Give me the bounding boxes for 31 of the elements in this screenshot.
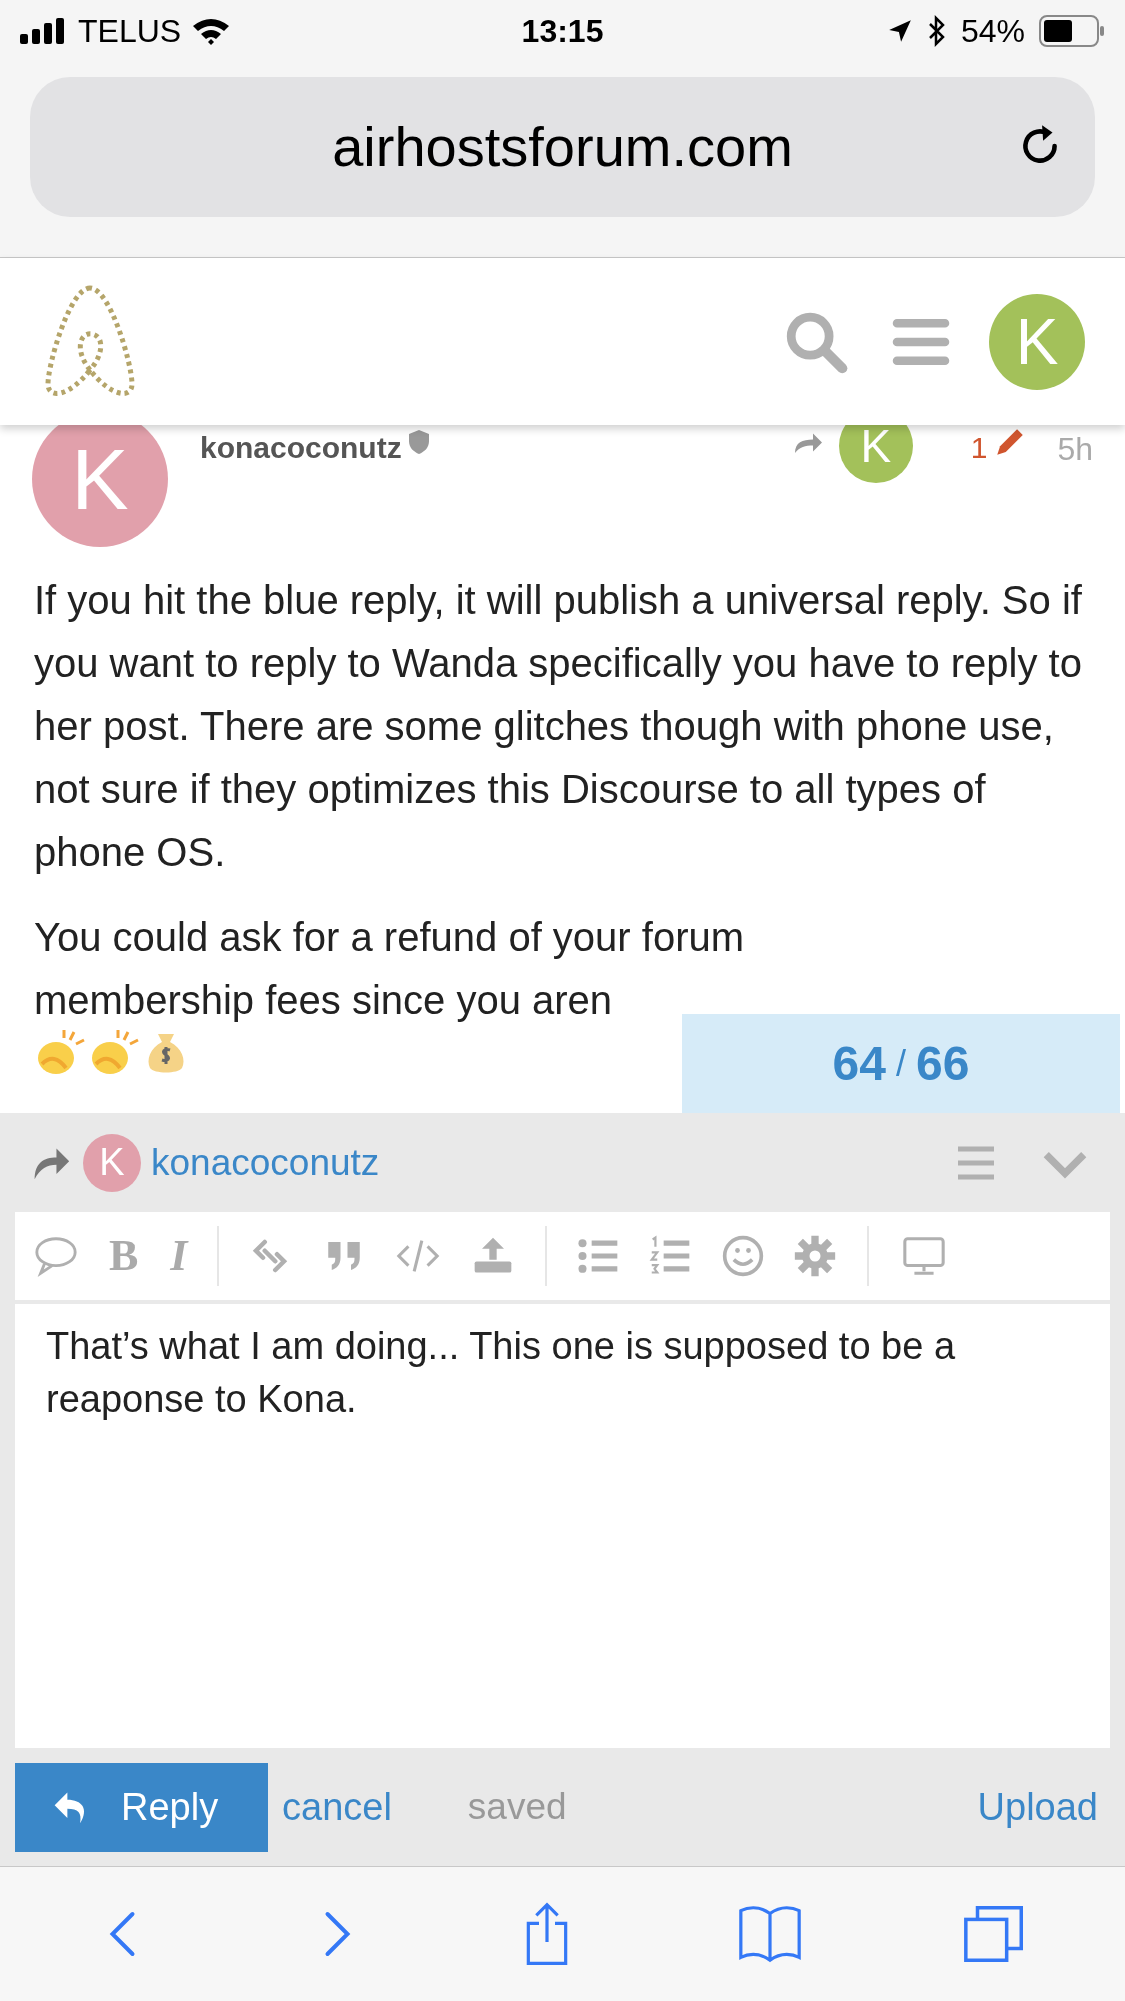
draft-status: saved [467, 1785, 567, 1830]
upload-link[interactable]: Upload [977, 1778, 1098, 1836]
settings-icon[interactable] [793, 1234, 838, 1278]
reply-to-username[interactable]: konacoconutz [151, 1134, 380, 1191]
edit-count[interactable]: 1 [970, 425, 988, 470]
cancel-link[interactable]: cancel [282, 1778, 392, 1836]
shield-icon [407, 429, 430, 455]
carrier-name: TELUS [78, 12, 182, 51]
smiley-icon[interactable] [721, 1234, 766, 1278]
current-post-number: 64 [832, 1035, 886, 1092]
italic-button[interactable]: I [170, 1223, 188, 1289]
battery-percent: 54% [960, 12, 1025, 51]
progress-separator: / [896, 1041, 906, 1086]
page-url: airhostsforum.com [332, 114, 793, 180]
reply-to-avatar[interactable]: K [83, 1133, 141, 1192]
bluetooth-icon [926, 15, 947, 47]
address-bar[interactable]: airhostsforum.com [30, 77, 1095, 217]
reply-button[interactable]: Reply [15, 1762, 268, 1852]
reply-text-area[interactable]: That’s what I am doing... This one is supposed to be a reaponse to Kona. [15, 1304, 1110, 1748]
wifi-icon [191, 16, 232, 46]
battery-icon [1039, 15, 1105, 47]
post-age: 5h [1057, 430, 1093, 469]
reply-to-avatar[interactable]: K [838, 425, 913, 483]
poster-username[interactable]: konacoconutz [200, 425, 402, 470]
clock-time: 13:15 [520, 12, 605, 51]
user-avatar[interactable]: K [989, 293, 1085, 390]
post-paragraph: If you hit the blue reply, it will publish a universal reply. So if you want to reply to Wanda specifically you have to reply to her post. There are some glitches though with phone use, not sure if they optimizes this Discourse to all types of phone OS. [34, 577, 1083, 876]
post-progress-indicator[interactable]: 64 / 66 [682, 1014, 1120, 1113]
total-posts: 66 [916, 1035, 970, 1092]
poster-avatar[interactable]: K [32, 425, 168, 547]
bold-button[interactable]: B [109, 1223, 139, 1289]
